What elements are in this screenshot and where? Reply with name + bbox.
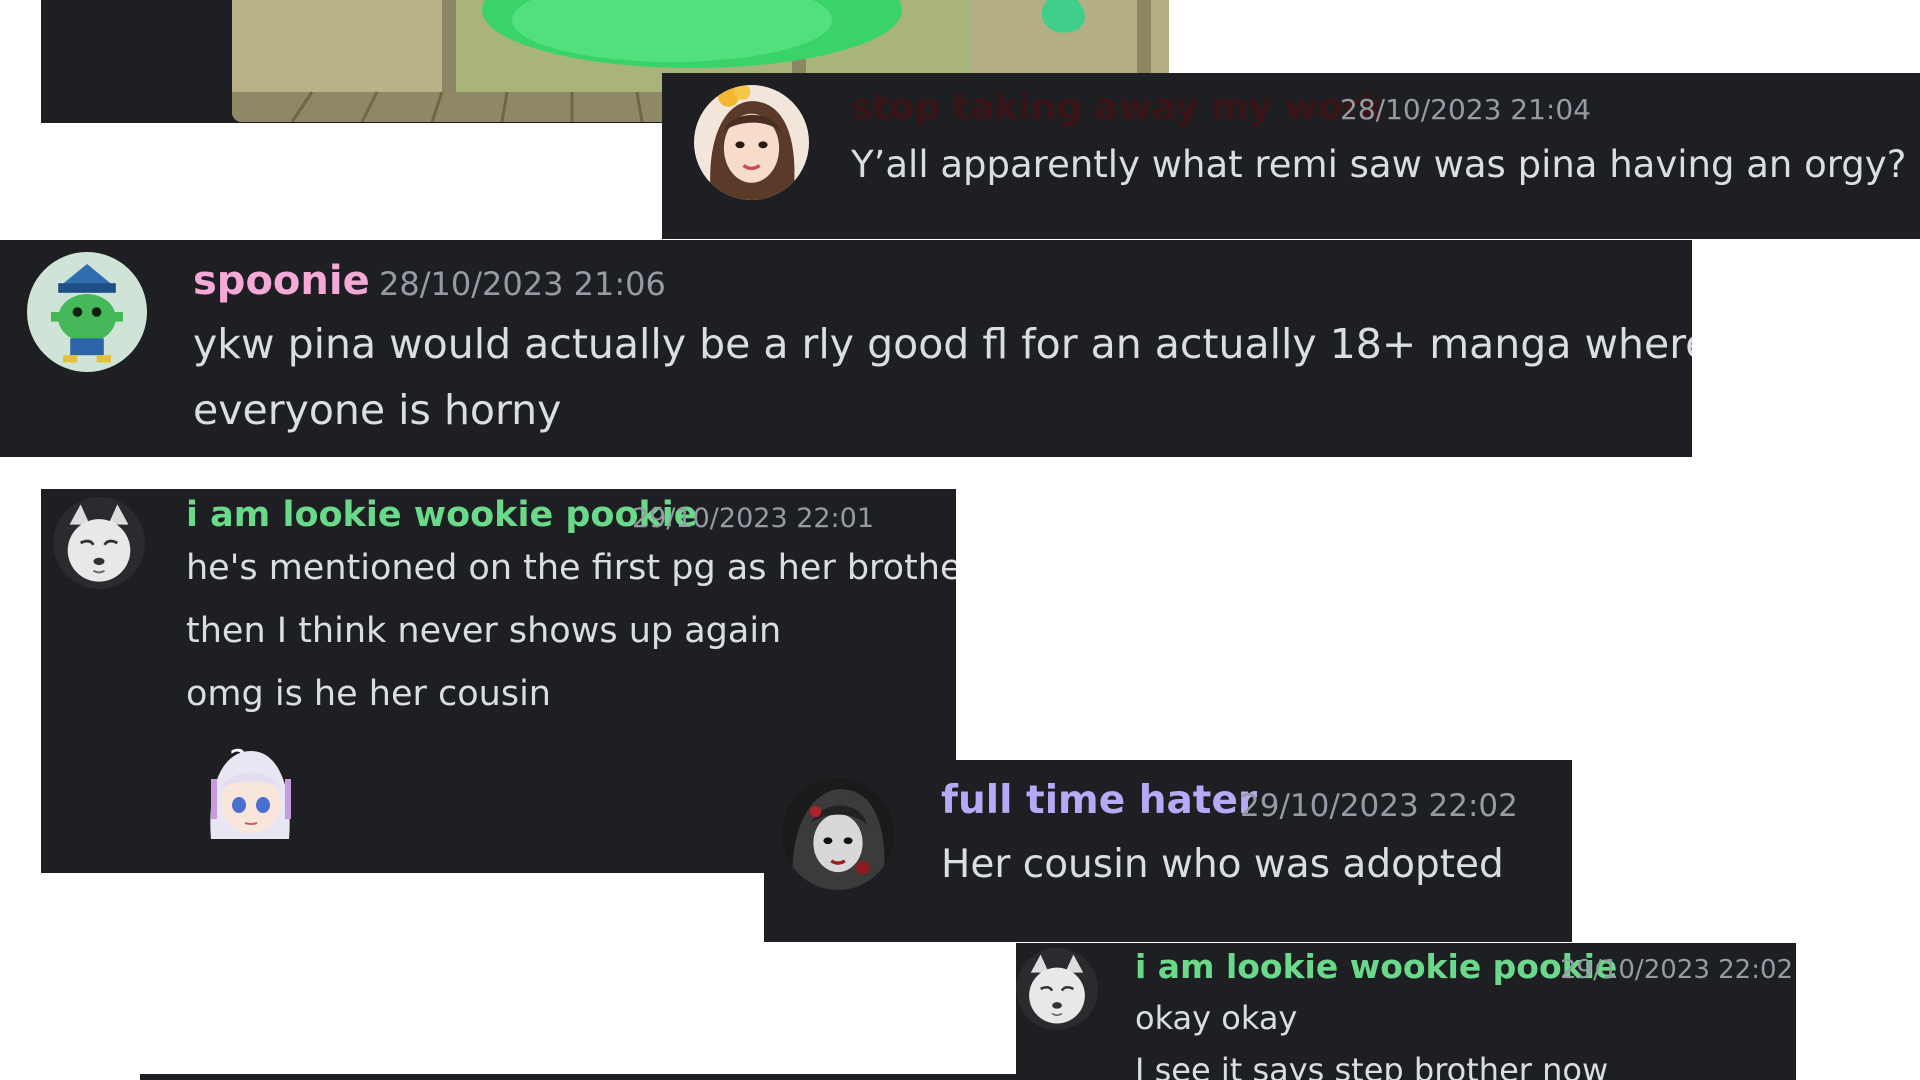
message-card: stop taking away my work 28/10/2023 21:0… [662,73,1920,239]
username[interactable]: i am lookie wookie pookie [1135,947,1617,986]
message-text: okay okay [1135,999,1298,1037]
confused-anime-girl-sticker[interactable]: ? ? [181,729,321,844]
timestamp: 29/10/2023 22:02 [1240,788,1518,824]
white-wolf-avatar[interactable] [53,497,145,589]
anime-girl-avatar[interactable] [694,85,809,200]
dark-anime-avatar[interactable] [782,778,894,890]
message-text: everyone is horny [193,386,562,434]
white-wolf-avatar[interactable] [1016,948,1098,1030]
message-text: Y’all apparently what remi saw was pina … [851,143,1907,186]
timestamp: 29/10/2023 22:02 [1560,955,1794,985]
timestamp: 28/10/2023 21:06 [379,265,666,303]
message-card: full time hater 29/10/2023 22:02 Her cou… [764,760,1572,942]
username[interactable]: spoonie [193,258,370,304]
message-text: then I think never shows up again [186,611,782,651]
message-text: omg is he her cousin [186,674,551,714]
username[interactable]: stop taking away my work [851,87,1384,128]
message-text: I see it says step brother now [1135,1051,1609,1080]
message-text: ykw pina would actually be a rly good fl… [193,320,1692,368]
username[interactable]: full time hater [941,778,1257,823]
timestamp: 28/10/2023 21:04 [1340,93,1591,126]
message-card: spoonie 28/10/2023 21:06 ykw pina would … [0,240,1692,457]
timestamp: 29/10/2023 22:01 [632,503,875,534]
green-creature-avatar[interactable] [27,252,147,372]
message-text: Her cousin who was adopted [941,842,1504,887]
message-card: i am lookie wookie pookie 29/10/2023 22:… [1016,943,1796,1080]
message-text: he's mentioned on the first pg as her br… [186,548,956,588]
partial-message-card [140,1074,1020,1080]
username[interactable]: i am lookie wookie pookie [186,495,698,535]
